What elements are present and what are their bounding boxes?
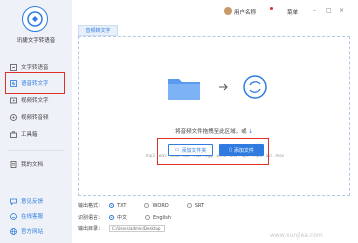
website-icon — [10, 227, 17, 235]
close-icon[interactable]: × — [339, 7, 344, 14]
feedback-label: 意见反馈 — [21, 199, 44, 205]
highlight-box-sidebar — [5, 72, 65, 94]
add-folder-label: 添加文件夹 — [181, 147, 207, 154]
sidebar-item-toolbox[interactable]: 工具箱 — [6, 128, 66, 140]
app-logo — [22, 6, 48, 32]
sidebar-item-my-documents[interactable]: 我的文档 — [6, 158, 66, 170]
add-file-label: 添加文件 — [233, 147, 254, 154]
sidebar-item-label: 工具箱 — [21, 132, 38, 138]
sidebar-item-label: 视频转文字 — [21, 98, 49, 104]
folder-icon — [168, 79, 200, 100]
radio-chinese-label: 中文 — [117, 215, 128, 221]
video-to-audio-icon — [10, 113, 17, 121]
radio-word[interactable] — [144, 203, 150, 208]
website-label: 官方网站 — [21, 229, 44, 235]
drop-hint: 将音频文件拖拽至此区域，或 ↓ — [79, 127, 349, 135]
feedback-link[interactable]: 意见反馈 — [6, 195, 66, 207]
radio-txt[interactable] — [109, 203, 115, 208]
language-label: 识别语言： — [78, 215, 104, 221]
file-small-icon: ▯ — [229, 147, 232, 153]
website-link[interactable]: 官方网站 — [6, 225, 66, 237]
radio-english[interactable] — [145, 215, 151, 220]
support-label: 在线客服 — [21, 214, 44, 220]
avatar[interactable] — [224, 7, 232, 15]
watermark: www.xunjiea.com — [270, 232, 323, 239]
add-file-button[interactable]: ▯ 添加文件 — [219, 144, 264, 156]
sidebar-item-label: 文字转语音 — [21, 65, 49, 71]
toolbox-icon — [10, 130, 17, 138]
arrow-right-icon — [219, 83, 228, 91]
feedback-icon — [10, 198, 17, 205]
support-link[interactable]: 在线客服 — [6, 210, 66, 222]
sidebar-item-video-to-text[interactable]: 视频转文字 — [6, 94, 66, 106]
document-icon — [10, 160, 17, 168]
add-folder-button[interactable]: ▭ 添加文件夹 — [168, 144, 213, 156]
output-dir-input[interactable]: C:/Users/admin/Desktop — [109, 225, 166, 232]
video-to-text-icon — [10, 97, 17, 104]
sidebar-item-label: 我的文档 — [21, 162, 44, 168]
maximize-icon[interactable]: □ — [326, 7, 332, 14]
sidebar-item-video-to-audio[interactable]: 视频转音频 — [6, 111, 66, 123]
drop-hint-text: 将音频文件拖拽至此区域，或 — [175, 129, 247, 135]
user-name[interactable]: 用户名称 — [234, 8, 256, 16]
output-dir-row: 输出目录： C:/Users/admin/Desktop — [78, 225, 166, 232]
radio-txt-label: TXT — [117, 202, 127, 209]
sidebar-item-label: 视频转音频 — [21, 115, 49, 121]
vip-badge — [270, 7, 273, 10]
output-format-label: 输出格式： — [78, 203, 104, 209]
support-icon — [10, 212, 17, 220]
output-dir-label: 输出目录： — [78, 226, 104, 232]
output-format-row: 输出格式： TXT WORD SRT — [78, 202, 205, 210]
radio-srt-label: SRT — [194, 202, 205, 209]
logo-icon — [27, 11, 43, 27]
radio-english-label: English — [153, 214, 172, 221]
sidebar-divider — [8, 150, 64, 151]
tab-audio-to-text[interactable]: 音频转文字 — [78, 25, 118, 36]
drop-zone[interactable]: 将音频文件拖拽至此区域，或 ↓ mp3 . wav . m4a . aac . … — [78, 36, 350, 196]
language-row: 识别语言： 中文 English — [78, 214, 172, 222]
drop-hint-arrow-icon: ↓ — [248, 129, 253, 135]
app-name: 讯捷文字转语音 — [16, 38, 56, 44]
radio-word-label: WORD — [152, 202, 169, 209]
radio-srt[interactable] — [186, 203, 192, 208]
text-to-speech-icon — [10, 63, 17, 71]
menu-button[interactable]: 菜单 — [287, 8, 298, 16]
convert-icon — [243, 75, 267, 99]
radio-chinese[interactable] — [109, 215, 115, 220]
minimize-icon[interactable]: – — [313, 7, 316, 14]
folder-small-icon: ▭ — [174, 147, 180, 153]
sidebar: 讯捷文字转语音 文字转语音 语音转文字 视频转文字 视频转音频 工具箱 我的文档… — [0, 0, 72, 243]
